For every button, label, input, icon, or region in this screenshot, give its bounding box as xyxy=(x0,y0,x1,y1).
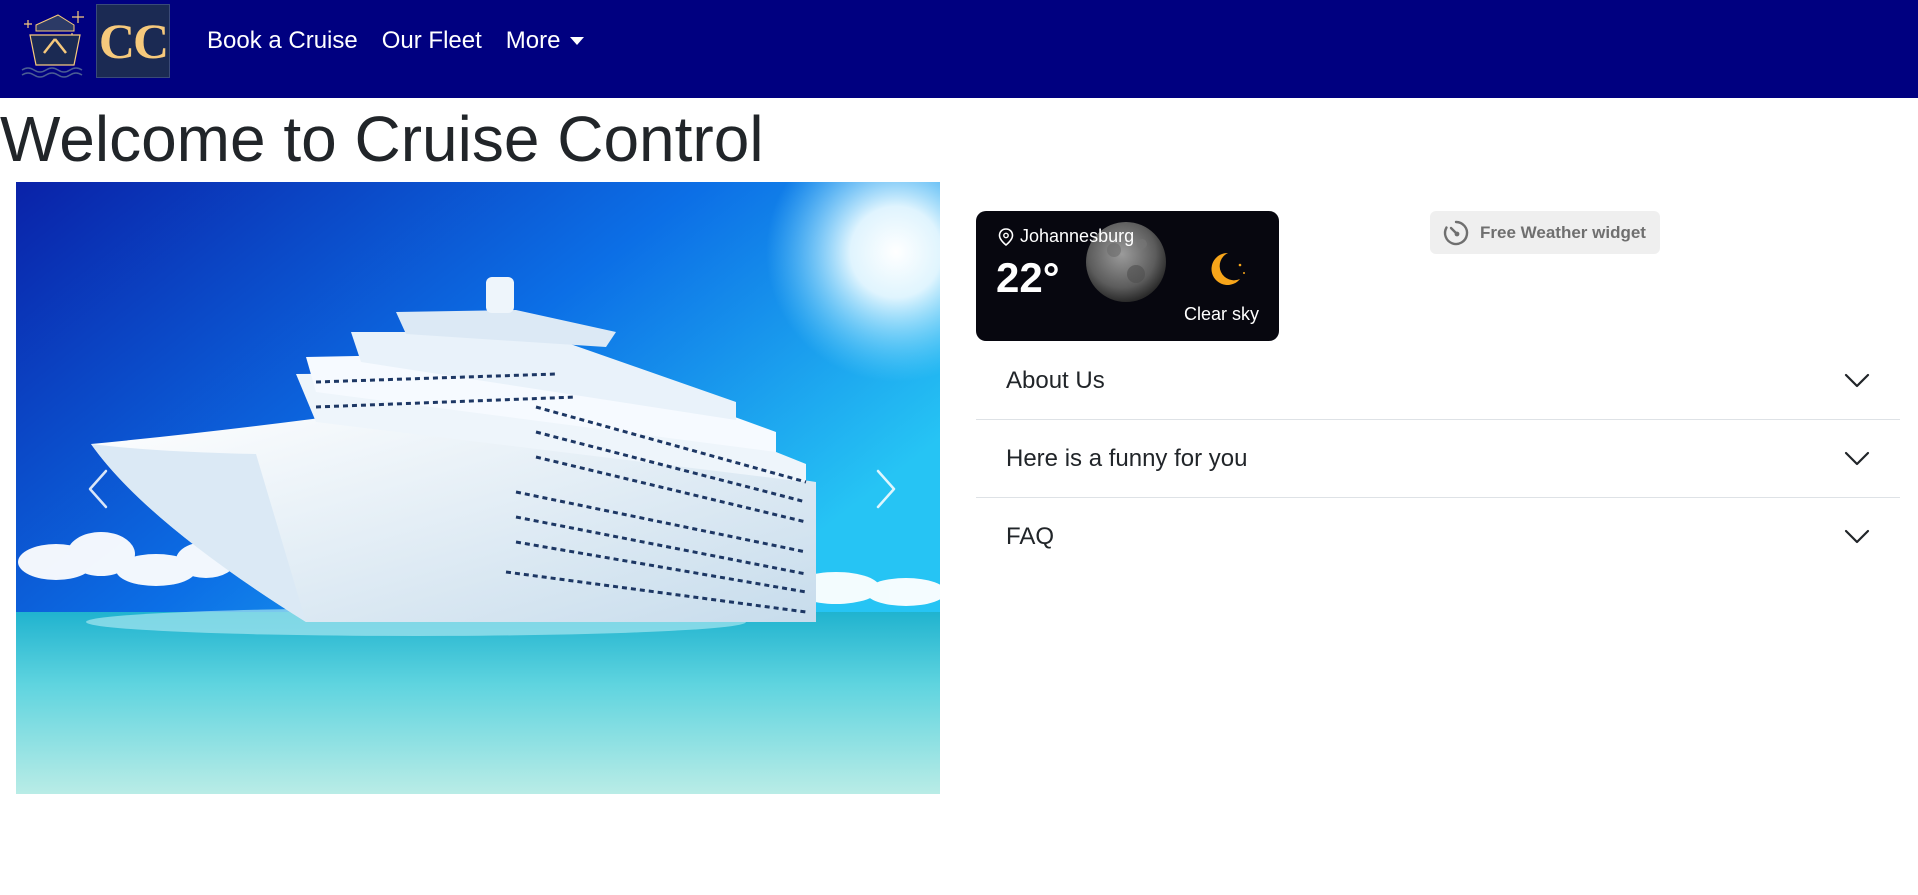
cruise-ship-image xyxy=(16,182,940,794)
accordion-item-about-us[interactable]: About Us xyxy=(976,342,1900,420)
widget-logo-icon xyxy=(1443,220,1469,245)
carousel-prev-button[interactable] xyxy=(68,444,128,534)
free-weather-widget-label: Free Weather widget xyxy=(1480,222,1646,242)
accordion-item-label: About Us xyxy=(1006,366,1105,394)
nav-link-book-a-cruise[interactable]: Book a Cruise xyxy=(207,27,358,55)
nav-more-dropdown[interactable]: More xyxy=(506,27,585,55)
weather-condition: Clear sky xyxy=(1183,304,1259,324)
free-weather-widget-link[interactable]: Free Weather widget xyxy=(1430,211,1660,254)
weather-temperature: 22° xyxy=(996,254,1060,301)
brand-logo[interactable]: CC xyxy=(96,4,170,78)
crescent-moon-icon xyxy=(1211,252,1245,285)
accordion-item-label: Here is a funny for you xyxy=(1006,444,1248,472)
accordion: About Us Here is a funny for you FAQ xyxy=(976,342,1900,576)
chevron-down-icon xyxy=(1844,451,1870,465)
page-title: Welcome to Cruise Control xyxy=(0,103,764,175)
accordion-item-label: FAQ xyxy=(1006,523,1055,550)
nav-links: Book a Cruise Our Fleet More xyxy=(207,27,585,55)
weather-location-name: Johannesburg xyxy=(1020,226,1135,246)
image-carousel xyxy=(16,182,940,794)
carousel-next-button[interactable] xyxy=(856,444,916,534)
location-pin-icon xyxy=(998,227,1014,246)
chevron-down-icon xyxy=(1844,529,1870,544)
caret-down-icon xyxy=(570,37,585,45)
chevron-down-icon xyxy=(1844,373,1870,387)
nav-link-our-fleet[interactable]: Our Fleet xyxy=(382,27,482,55)
nav-more-label: More xyxy=(505,27,561,54)
weather-location: Johannesburg xyxy=(998,226,1134,247)
accordion-item-funny[interactable]: Here is a funny for you xyxy=(976,420,1900,498)
chevron-left-icon xyxy=(88,469,108,509)
chevron-right-icon xyxy=(876,469,896,509)
ship-logo-icon[interactable] xyxy=(14,5,94,80)
accordion-item-faq[interactable]: FAQ xyxy=(976,498,1900,576)
navbar: CC Book a Cruise Our Fleet More xyxy=(0,0,1918,98)
weather-card[interactable]: Johannesburg 22° Clear sky xyxy=(976,211,1279,341)
